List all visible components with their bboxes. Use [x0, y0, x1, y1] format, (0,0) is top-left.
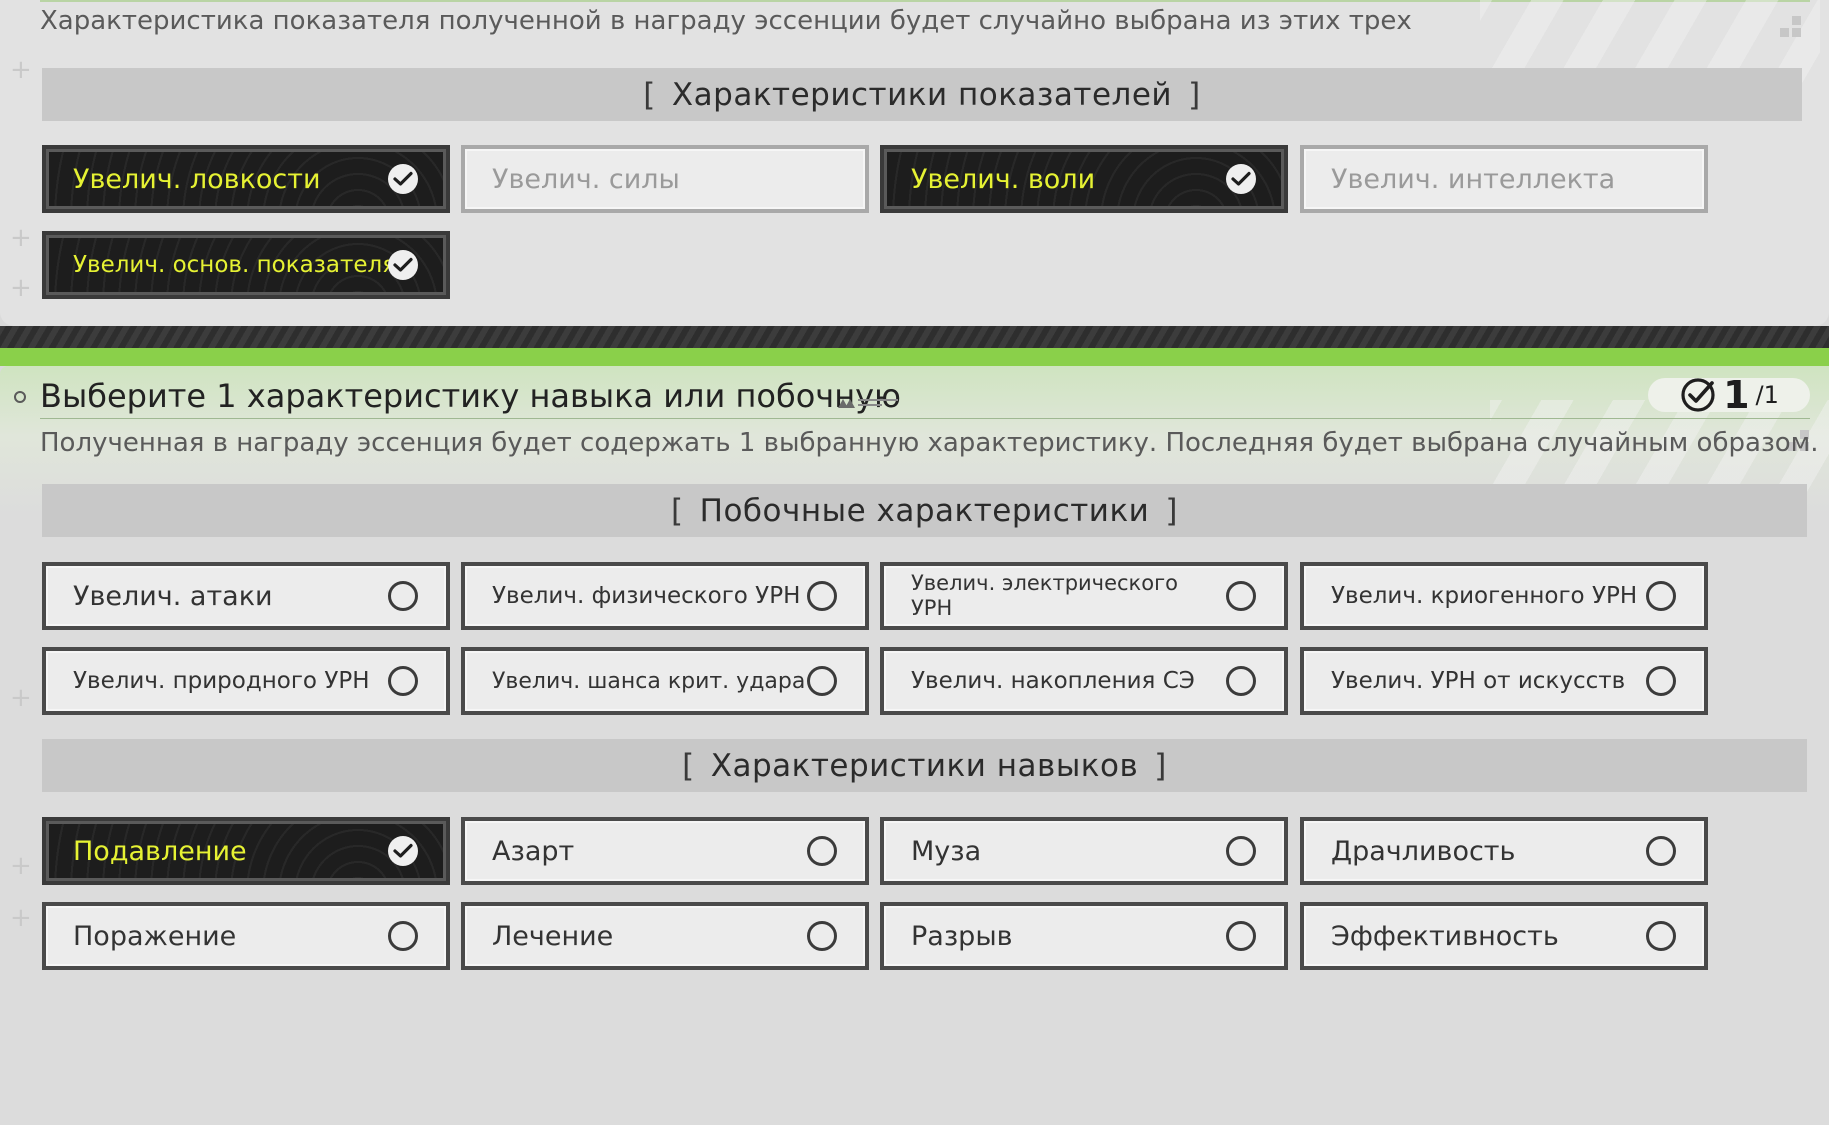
- option-attack[interactable]: Увелич. атаки: [42, 562, 450, 630]
- option-efficiency[interactable]: Эффективность: [1300, 902, 1708, 970]
- radio-circle-icon: [388, 666, 418, 696]
- option-suppression[interactable]: Подавление: [42, 817, 450, 885]
- option-physical-dmg[interactable]: Увелич. физического УРН: [461, 562, 869, 630]
- radio-circle-icon: [1646, 921, 1676, 951]
- radio-circle-icon: [388, 581, 418, 611]
- plus-marker-icon: +: [10, 683, 32, 713]
- radio-circle-icon: [1646, 836, 1676, 866]
- option-crit-rate[interactable]: Увелич. шанса крит. удара: [461, 647, 869, 715]
- option-azart[interactable]: Азарт: [461, 817, 869, 885]
- stat-attributes-header: [ Характеристики показателей ]: [42, 68, 1802, 121]
- option-intellect[interactable]: Увелич. интеллекта: [1300, 145, 1708, 213]
- option-agility[interactable]: Увелич. ловкости: [42, 145, 450, 213]
- option-energy-gain[interactable]: Увелич. накопления СЭ: [880, 647, 1288, 715]
- header-bracket-open: [: [671, 492, 684, 529]
- option-muse[interactable]: Муза: [880, 817, 1288, 885]
- section-divider-band: [0, 326, 1829, 348]
- option-healing[interactable]: Лечение: [461, 902, 869, 970]
- radio-circle-icon: [1226, 836, 1256, 866]
- radio-circle-icon: [1226, 666, 1256, 696]
- plus-marker-icon: +: [10, 273, 32, 303]
- option-will[interactable]: Увелич. воли: [880, 145, 1288, 213]
- radio-circle-icon: [1646, 666, 1676, 696]
- option-arts-dmg[interactable]: Увелич. УРН от искусств: [1300, 647, 1708, 715]
- radio-circle-icon: [1646, 581, 1676, 611]
- logo-icon: [838, 399, 898, 408]
- section-divider-accent: [0, 348, 1829, 366]
- plus-marker-icon: +: [10, 223, 32, 253]
- checkmark-icon: [1226, 164, 1256, 194]
- counter-total: /1: [1755, 381, 1779, 409]
- option-electric-dmg[interactable]: Увелич. электрического УРН: [880, 562, 1288, 630]
- radio-circle-icon: [807, 836, 837, 866]
- option-brawl[interactable]: Драчливость: [1300, 817, 1708, 885]
- selection-title: Выберите 1 характеристику навыка или поб…: [40, 377, 901, 415]
- secondary-attributes-header-label: Побочные характеристики: [699, 492, 1150, 529]
- plus-marker-icon: +: [10, 851, 32, 881]
- title-underline: [40, 418, 1810, 419]
- counter-current: 1: [1723, 373, 1750, 417]
- stat-attributes-header-label: Характеристики показателей: [671, 76, 1173, 113]
- option-nature-dmg[interactable]: Увелич. природного УРН: [42, 647, 450, 715]
- stat-attribute-description: Характеристика показателя полученной в н…: [40, 6, 1412, 36]
- header-bracket-close: ]: [1188, 76, 1201, 113]
- option-defeat[interactable]: Поражение: [42, 902, 450, 970]
- checkmark-icon: [388, 836, 418, 866]
- radio-circle-icon: [1226, 581, 1256, 611]
- skill-attributes-header: [ Характеристики навыков ]: [42, 739, 1807, 792]
- plus-marker-icon: +: [10, 903, 32, 933]
- header-bracket-open: [: [643, 76, 656, 113]
- radio-circle-icon: [388, 921, 418, 951]
- section-bullet-icon: [14, 391, 26, 403]
- radio-circle-icon: [1226, 921, 1256, 951]
- header-bracket-open: [: [682, 747, 695, 784]
- option-cryo-dmg[interactable]: Увелич. криогенного УРН: [1300, 562, 1708, 630]
- radio-circle-icon: [807, 921, 837, 951]
- option-rupture[interactable]: Разрыв: [880, 902, 1288, 970]
- radio-circle-icon: [807, 666, 837, 696]
- plus-marker-icon: +: [10, 55, 32, 85]
- option-label: Увелич. интеллекта: [1331, 163, 1616, 195]
- checkmark-icon: [388, 164, 418, 194]
- header-bracket-close: ]: [1154, 747, 1167, 784]
- checkmark-icon: [388, 250, 418, 280]
- selection-description: Полученная в награду эссенция будет соде…: [40, 428, 1819, 458]
- header-bracket-close: ]: [1165, 492, 1178, 529]
- skill-attributes-header-label: Характеристики навыков: [710, 747, 1139, 784]
- corner-dots-decoration: [1780, 16, 1806, 42]
- radio-circle-icon: [807, 581, 837, 611]
- check-circle-icon: [1681, 378, 1715, 412]
- option-main-attribute[interactable]: Увелич. основ. показателя: [42, 231, 450, 299]
- stat-attribute-panel: Характеристика показателя полученной в н…: [0, 0, 1829, 326]
- option-strength[interactable]: Увелич. силы: [461, 145, 869, 213]
- selection-counter: 1/1: [1648, 373, 1810, 417]
- option-label: Увелич. силы: [492, 163, 680, 195]
- secondary-attributes-header: [ Побочные характеристики ]: [42, 484, 1807, 537]
